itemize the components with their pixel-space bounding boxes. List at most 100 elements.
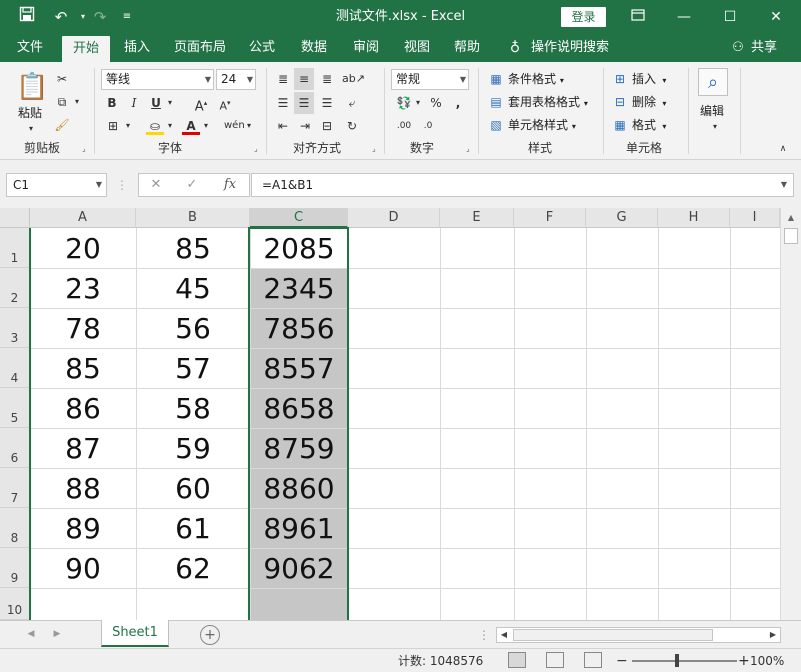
font-name-select[interactable]: 等线 ▼ xyxy=(101,69,214,90)
cut-icon[interactable]: ✂ xyxy=(52,70,72,88)
undo-dropdown-icon[interactable]: ▾ xyxy=(78,0,88,34)
cell-c7[interactable]: 8860 xyxy=(250,468,348,508)
paste-dropdown-icon[interactable]: ▾ xyxy=(26,120,36,138)
conditional-format-icon[interactable]: ▦ xyxy=(488,70,504,88)
sheet-tab-sheet1[interactable]: Sheet1 xyxy=(101,620,169,647)
cell-b3[interactable]: 56 xyxy=(136,308,250,348)
cell-styles-button[interactable]: 单元格样式 ▾ xyxy=(508,116,576,134)
column-header-b[interactable]: B xyxy=(136,208,250,228)
format-cells-button[interactable]: 格式 ▾ xyxy=(632,116,666,134)
vertical-scrollbar[interactable]: ▲ xyxy=(780,208,801,620)
select-all-corner[interactable] xyxy=(0,208,30,228)
scroll-up-icon[interactable]: ▲ xyxy=(784,210,798,226)
editing-dropdown-icon[interactable]: ▾ xyxy=(710,118,720,136)
decrease-font-icon[interactable]: A▾ xyxy=(216,94,234,113)
underline-dropdown-icon[interactable]: ▾ xyxy=(166,94,174,112)
cell-b9[interactable]: 62 xyxy=(136,548,250,588)
fill-color-dropdown-icon[interactable]: ▾ xyxy=(166,117,174,135)
align-middle-icon[interactable]: ≡ xyxy=(294,68,314,90)
cell-a2[interactable]: 23 xyxy=(30,268,136,308)
row-header-1[interactable]: 1 xyxy=(0,228,30,268)
tab-view[interactable]: 视图 xyxy=(396,34,438,62)
prev-sheet-icon[interactable]: ◀ xyxy=(22,625,40,643)
zoom-slider[interactable] xyxy=(632,660,737,662)
text-direction-icon[interactable]: ↻ xyxy=(342,117,362,135)
cell-a3[interactable]: 78 xyxy=(30,308,136,348)
cell-c3[interactable]: 7856 xyxy=(250,308,348,348)
orientation-icon[interactable]: ab↗ xyxy=(342,70,365,88)
percent-icon[interactable]: % xyxy=(428,94,444,112)
cancel-formula-icon[interactable]: ✕ xyxy=(143,174,169,196)
cell-a8[interactable]: 89 xyxy=(30,508,136,548)
font-color-icon[interactable]: A xyxy=(182,117,200,135)
maximize-icon[interactable]: ☐ xyxy=(712,0,748,34)
number-launcher-icon[interactable]: ⌟ xyxy=(466,144,470,153)
tab-formulas[interactable]: 公式 xyxy=(240,34,284,62)
page-break-view-icon[interactable] xyxy=(584,652,602,668)
number-format-select[interactable]: 常规 ▼ xyxy=(391,69,469,90)
cell-a1[interactable]: 20 xyxy=(30,228,136,268)
cell-c2[interactable]: 2345 xyxy=(250,268,348,308)
font-color-dropdown-icon[interactable]: ▾ xyxy=(202,117,210,135)
increase-font-icon[interactable]: A▴ xyxy=(192,94,210,114)
search-icon[interactable]: ⌕ xyxy=(698,68,728,96)
row-header-7[interactable]: 7 xyxy=(0,468,30,508)
vertical-scroll-thumb[interactable] xyxy=(784,228,798,244)
format-painter-icon[interactable]: 🖌 xyxy=(52,116,72,134)
paste-icon[interactable]: 📋 xyxy=(16,70,48,104)
horizontal-scroll-thumb[interactable] xyxy=(513,629,713,641)
align-top-icon[interactable]: ≣ xyxy=(274,70,292,88)
phonetic-dropdown-icon[interactable]: ▾ xyxy=(245,117,253,135)
row-header-6[interactable]: 6 xyxy=(0,428,30,468)
formula-input[interactable]: =A1&B1 ▼ xyxy=(251,173,794,197)
row-header-5[interactable]: 5 xyxy=(0,388,30,428)
cell-c9[interactable]: 9062 xyxy=(250,548,348,588)
borders-icon[interactable]: ⊞ xyxy=(104,117,122,135)
table-format-icon[interactable]: ▤ xyxy=(488,93,504,111)
decrease-indent-icon[interactable]: ⇤ xyxy=(274,117,292,135)
insert-function-icon[interactable]: fx xyxy=(217,174,243,196)
zoom-out-icon[interactable]: − xyxy=(616,649,628,672)
italic-icon[interactable]: I xyxy=(126,94,142,112)
confirm-formula-icon[interactable]: ✓ xyxy=(179,174,205,196)
tab-file[interactable]: 文件 xyxy=(8,34,52,62)
wrap-text-icon[interactable]: ⤶ xyxy=(342,94,362,112)
bold-icon[interactable]: B xyxy=(104,94,120,112)
cell-b1[interactable]: 85 xyxy=(136,228,250,268)
underline-icon[interactable]: U xyxy=(148,94,164,112)
zoom-slider-thumb[interactable] xyxy=(675,654,679,667)
add-sheet-icon[interactable]: + xyxy=(200,625,220,645)
scroll-right-icon[interactable]: ▶ xyxy=(766,628,780,642)
cell-b6[interactable]: 59 xyxy=(136,428,250,468)
cell-c5[interactable]: 8658 xyxy=(250,388,348,428)
cell-a5[interactable]: 86 xyxy=(30,388,136,428)
row-header-3[interactable]: 3 xyxy=(0,308,30,348)
copy-dropdown-icon[interactable]: ▾ xyxy=(72,93,82,111)
cell-b2[interactable]: 45 xyxy=(136,268,250,308)
cell-b8[interactable]: 61 xyxy=(136,508,250,548)
row-header-9[interactable]: 9 xyxy=(0,548,30,588)
column-header-i[interactable]: I xyxy=(730,208,780,228)
cell-c6[interactable]: 8759 xyxy=(250,428,348,468)
tab-page-layout[interactable]: 页面布局 xyxy=(168,34,232,62)
delete-cells-icon[interactable]: ⊟ xyxy=(612,93,628,111)
tell-me-search[interactable]: 操作说明搜索 xyxy=(530,34,610,62)
tab-review[interactable]: 审阅 xyxy=(344,34,388,62)
share-button[interactable]: 共享 xyxy=(748,34,780,62)
column-header-f[interactable]: F xyxy=(514,208,586,228)
cell-b4[interactable]: 57 xyxy=(136,348,250,388)
cell-b5[interactable]: 58 xyxy=(136,388,250,428)
copy-icon[interactable]: ⧉ xyxy=(52,93,72,111)
horizontal-scrollbar[interactable]: ◀ ▶ xyxy=(496,627,781,643)
customize-toolbar-icon[interactable]: ≡ xyxy=(118,0,136,34)
cell-c4[interactable]: 8557 xyxy=(250,348,348,388)
row-header-10[interactable]: 10 xyxy=(0,588,30,620)
page-layout-view-icon[interactable] xyxy=(546,652,564,668)
ribbon-display-icon[interactable] xyxy=(620,0,656,34)
comma-style-icon[interactable]: , xyxy=(450,94,466,112)
cell-a7[interactable]: 88 xyxy=(30,468,136,508)
close-icon[interactable]: ✕ xyxy=(758,0,794,34)
borders-dropdown-icon[interactable]: ▾ xyxy=(124,117,132,135)
tab-help[interactable]: 帮助 xyxy=(446,34,488,62)
align-right-icon[interactable]: ☰ xyxy=(318,94,336,112)
